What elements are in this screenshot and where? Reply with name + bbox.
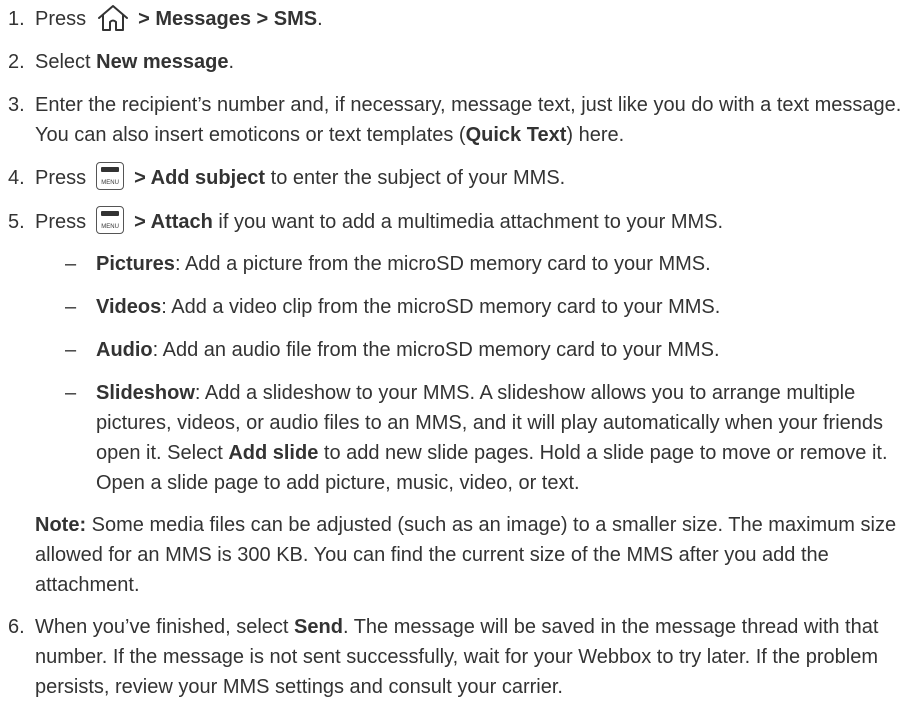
note-label: Note: [35,514,87,536]
bullet-dash: – [65,253,77,275]
option-videos: – Videos: Add a video clip from the micr… [65,292,905,322]
instructions-page: 1. Press > Messages > SMS. 2. Select New … [0,0,913,704]
note-text: Some media files can be adjusted (such a… [35,514,897,596]
menu-key-icon: MENU [96,161,125,190]
step-text: When you’ve finished, select Send. The m… [35,616,879,698]
option-pictures: – Pictures: Add a picture from the micro… [65,249,905,279]
step-text: Press MENU > Add subject to enter the subj… [35,161,903,193]
note-paragraph: Note: Some media files can be adjusted (… [35,510,905,600]
step-text: Press MENU > Attach if you want to add a m… [35,205,903,237]
step-3: 3. Enter the recipient’s number and, if … [8,90,903,150]
step-1: 1. Press > Messages > SMS. [8,4,903,35]
option-text: Videos: Add a video clip from the microS… [96,296,721,318]
step-text: Select New message. [35,51,235,73]
step-number: 2. [8,51,25,73]
step-6: 6. When you’ve finished, select Send. Th… [8,612,903,702]
home-icon [98,4,129,31]
option-slideshow: – Slideshow: Add a slideshow to your MMS… [65,378,905,498]
step-number: 5. [8,211,25,233]
step-5: 5. Press MENU > Attach if you want to add … [8,205,903,237]
step-2: 2. Select New message. [8,47,903,77]
step-number: 3. [8,94,25,116]
step-text: Enter the recipient’s number and, if nec… [35,94,902,146]
step-number: 4. [8,167,25,189]
step-number: 6. [8,616,25,638]
bullet-dash: – [65,339,77,361]
option-text: Pictures: Add a picture from the microSD… [96,253,711,275]
step-number: 1. [8,8,25,30]
step-text: Press > Messages > SMS. [35,4,903,35]
option-audio: – Audio: Add an audio file from the micr… [65,335,905,365]
option-text: Audio: Add an audio file from the microS… [96,339,720,361]
menu-key-icon: MENU [96,205,125,234]
bullet-dash: – [65,296,77,318]
step-4: 4. Press MENU > Add subject to enter the s… [8,161,903,193]
option-text: Slideshow: Add a slideshow to your MMS. … [96,382,888,494]
bullet-dash: – [65,382,77,404]
